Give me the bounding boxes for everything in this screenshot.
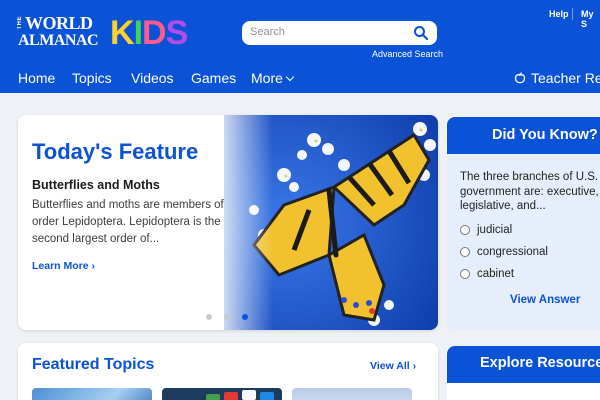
logo-world: WORLD bbox=[25, 13, 93, 33]
nav-teacher-resources[interactable]: Teacher Res bbox=[514, 70, 600, 86]
thumb-tile bbox=[224, 392, 238, 400]
nav-topics[interactable]: Topics bbox=[72, 70, 112, 86]
logo-kids: KIDS bbox=[110, 14, 188, 52]
featured-topics-card: Featured Topics View All › bbox=[18, 343, 438, 400]
thumb-tile bbox=[206, 394, 220, 400]
did-you-know-card: Did You Know? The three branches of U.S.… bbox=[447, 117, 600, 330]
chevron-right-icon: › bbox=[88, 260, 96, 272]
explore-resources-card: Explore Resource bbox=[447, 346, 600, 400]
radio-button[interactable] bbox=[460, 269, 470, 279]
carousel-dot[interactable] bbox=[206, 314, 212, 320]
topic-thumbnail[interactable] bbox=[32, 388, 152, 400]
thumb-tile bbox=[260, 392, 274, 400]
help-link[interactable]: Help bbox=[549, 9, 569, 19]
thumb-tile bbox=[242, 390, 256, 400]
explore-resources-header: Explore Resource bbox=[447, 346, 600, 383]
radio-button[interactable] bbox=[460, 225, 470, 235]
nav-more[interactable]: More bbox=[251, 70, 295, 86]
learn-more-link[interactable]: Learn More › bbox=[32, 260, 95, 272]
chevron-right-icon: › bbox=[409, 360, 417, 372]
nav-more-label: More bbox=[251, 70, 283, 86]
my-account-link[interactable]: My S bbox=[581, 9, 600, 29]
feature-title: Today's Feature bbox=[32, 139, 199, 164]
logo-the: THE bbox=[17, 16, 23, 30]
featured-topics-title: Featured Topics bbox=[32, 356, 155, 373]
chevron-down-icon bbox=[285, 72, 295, 82]
view-answer-button[interactable]: View Answer bbox=[510, 294, 580, 306]
feature-description: Butterflies and moths are members of ord… bbox=[32, 199, 224, 245]
learn-more-label: Learn More bbox=[32, 260, 89, 272]
carousel-dot[interactable] bbox=[224, 314, 230, 320]
carousel-dot-active[interactable] bbox=[242, 314, 248, 320]
did-you-know-title: Did You Know? bbox=[492, 127, 598, 143]
search-input[interactable]: Search bbox=[242, 21, 437, 45]
radio-button[interactable] bbox=[460, 247, 470, 257]
site-header: THE WORLD ALMANAC KIDS Search Advanced S… bbox=[0, 0, 600, 93]
view-all-link[interactable]: View All › bbox=[370, 360, 416, 372]
util-divider bbox=[572, 8, 573, 20]
search-icon[interactable] bbox=[413, 25, 429, 41]
nav-videos[interactable]: Videos bbox=[131, 70, 174, 86]
did-you-know-header: Did You Know? bbox=[447, 117, 600, 154]
feature-subtitle[interactable]: Butterflies and Moths bbox=[32, 178, 160, 192]
quiz-question: The three branches of U.S. government ar… bbox=[460, 171, 599, 212]
explore-resources-title: Explore Resource bbox=[480, 355, 600, 371]
option-label: congressional bbox=[477, 246, 548, 258]
nav-home[interactable]: Home bbox=[18, 70, 55, 86]
search-placeholder: Search bbox=[250, 26, 285, 38]
view-all-label: View All bbox=[370, 360, 410, 372]
nav-games[interactable]: Games bbox=[191, 70, 236, 86]
logo-almanac: ALMANAC bbox=[18, 32, 99, 49]
option-label: judicial bbox=[477, 224, 513, 236]
topic-thumbnail[interactable] bbox=[292, 388, 412, 400]
topic-thumbnail[interactable] bbox=[162, 388, 282, 400]
world-almanac-kids-logo[interactable]: THE WORLD ALMANAC KIDS bbox=[17, 13, 188, 54]
teacher-label: Teacher Res bbox=[531, 70, 600, 86]
advanced-search-link[interactable]: Advanced Search bbox=[372, 49, 443, 59]
apple-icon bbox=[514, 72, 526, 84]
option-label: cabinet bbox=[477, 268, 515, 280]
todays-feature-card: Today's Feature Butterflies and Moths Bu… bbox=[18, 115, 438, 330]
